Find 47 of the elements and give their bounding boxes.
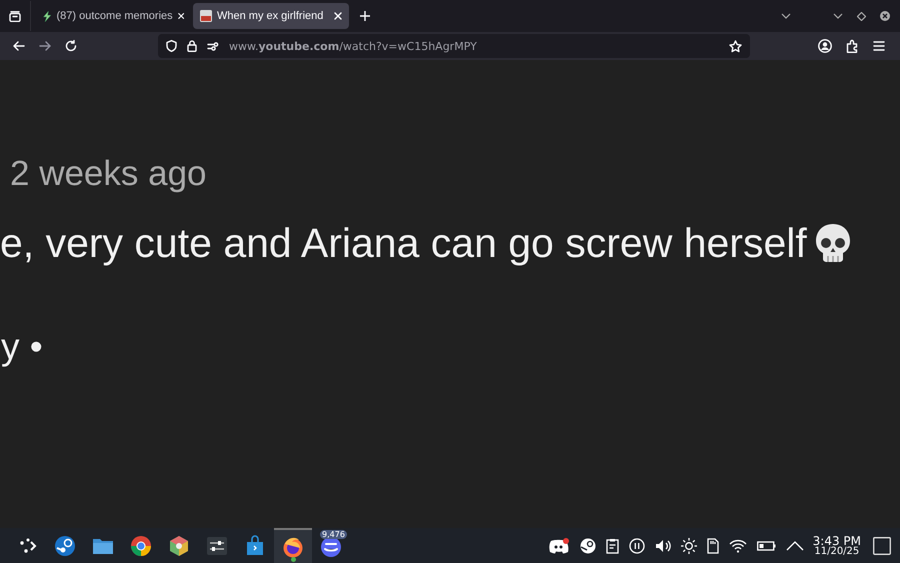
close-icon[interactable] xyxy=(334,12,342,20)
running-dot xyxy=(291,557,296,562)
address-bar[interactable]: www.youtube.com/watch?v=wC15hAgrMPY xyxy=(158,34,750,58)
notification-badge: 9,476 xyxy=(320,530,347,539)
lightning-bolt-icon xyxy=(42,10,52,22)
chevron-down-icon[interactable] xyxy=(833,13,843,19)
speaker-icon[interactable] xyxy=(654,538,671,554)
pause-icon[interactable] xyxy=(628,538,645,554)
back-arrow-icon[interactable] xyxy=(13,41,25,51)
battery-icon[interactable] xyxy=(756,540,776,550)
comment-footer: y • xyxy=(0,325,900,369)
shopping-bag-icon xyxy=(244,534,266,556)
permissions-icon xyxy=(207,42,219,50)
browser-icon xyxy=(130,534,152,556)
taskbar-button[interactable] xyxy=(274,528,312,563)
url-text: www.youtube.com/watch?v=wC15hAgrMPY xyxy=(229,40,477,52)
brightness-icon[interactable] xyxy=(680,538,697,554)
sd-card-icon[interactable] xyxy=(706,538,719,554)
cube-icon xyxy=(168,534,190,556)
forward-arrow-icon[interactable] xyxy=(39,41,51,51)
plus-icon xyxy=(360,11,370,21)
clock-time[interactable]: 3:43 PM xyxy=(812,534,861,546)
browser-tab[interactable]: (87) outcome memories xyxy=(35,3,191,29)
close-icon[interactable] xyxy=(880,11,890,21)
browser-tab[interactable]: When my ex girlfriend xyxy=(193,3,349,29)
clock-date[interactable]: 11/20/25 xyxy=(814,546,860,556)
comment-time: 2 weeks ago xyxy=(9,153,208,194)
comment-text: e, very cute and Ariana can go screw herself xyxy=(0,219,807,267)
diamond-icon[interactable] xyxy=(857,12,866,20)
taskbar-button[interactable]: 9,476 xyxy=(312,528,350,563)
clipboard-icon[interactable] xyxy=(606,538,619,554)
sliders-icon xyxy=(206,534,228,556)
account-icon[interactable] xyxy=(818,39,832,53)
chevron-down-icon[interactable] xyxy=(781,13,791,19)
puzzle-piece-icon[interactable] xyxy=(846,39,859,53)
lock-icon xyxy=(187,40,197,52)
tab-list-icon xyxy=(9,10,21,22)
chevron-up-icon[interactable] xyxy=(786,540,804,550)
close-icon[interactable] xyxy=(178,12,184,20)
menu-icon[interactable] xyxy=(873,41,885,51)
chat-app-icon[interactable] xyxy=(548,538,570,554)
wifi-icon[interactable] xyxy=(728,538,747,552)
reload-icon[interactable] xyxy=(65,40,77,52)
star-icon[interactable] xyxy=(729,40,742,52)
shield-icon xyxy=(166,40,177,52)
show-desktop-icon[interactable] xyxy=(873,536,891,554)
video-thumbnail-icon xyxy=(200,10,212,22)
